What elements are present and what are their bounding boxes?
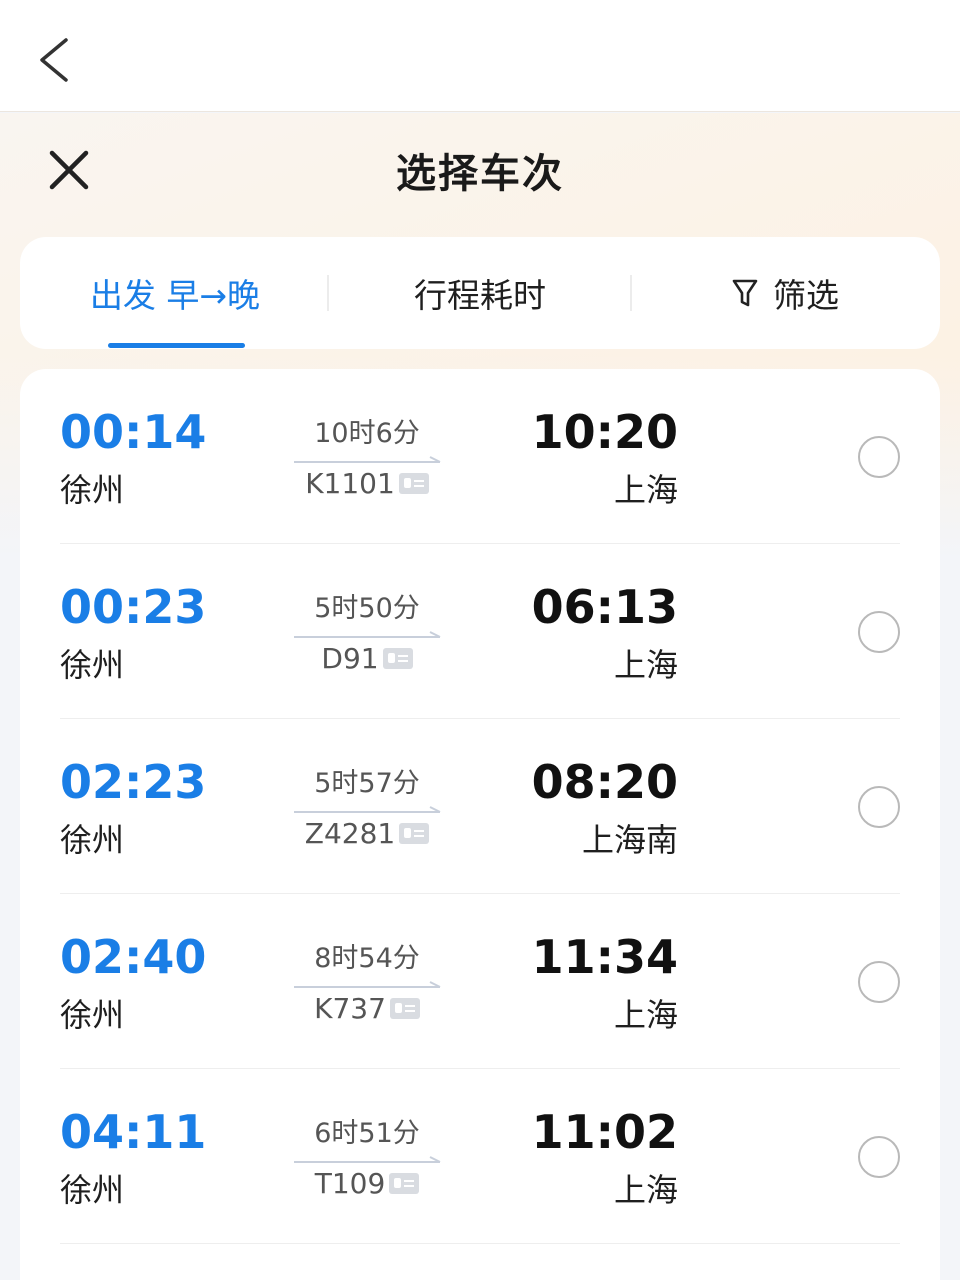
select-train-sheet: 选择车次 出发 早→晚 行程耗时 筛选 00:14 徐州 10时6分 K1101… (0, 113, 960, 1280)
back-button[interactable] (30, 30, 80, 90)
train-list: 00:14 徐州 10时6分 K1101 10:20 上海 00:23 徐州 5… (20, 369, 940, 1280)
trip-duration: 5时57分 (314, 768, 420, 799)
tab-filter-label: 筛选 (773, 276, 839, 315)
departure-station: 徐州 (60, 646, 125, 684)
departure-station: 徐州 (60, 1171, 125, 1209)
active-tab-indicator (108, 343, 245, 348)
arrow-right-icon (294, 981, 441, 988)
tab-divider (630, 275, 632, 311)
train-code: K1101 (305, 467, 395, 500)
select-radio[interactable] (858, 786, 900, 828)
sheet-title: 选择车次 (396, 151, 564, 197)
tab-divider (327, 275, 329, 311)
id-card-icon (389, 1173, 420, 1194)
filter-funnel-icon (732, 279, 758, 307)
trip-duration: 8时54分 (314, 943, 420, 974)
train-row[interactable]: 04:11 徐州 6时51分 T109 11:02 上海 (20, 1069, 940, 1244)
arrival-time: 10:20 (531, 405, 678, 459)
arrival-station: 上海 (613, 646, 678, 684)
departure-time: 00:14 (60, 405, 207, 459)
top-navigation-bar (0, 0, 960, 112)
tab-departure-sort[interactable]: 出发 早→晚 (60, 237, 290, 349)
arrival-time: 11:02 (531, 1105, 678, 1159)
trip-duration: 6时51分 (314, 1118, 420, 1149)
train-code-group: Z4281 (282, 817, 452, 850)
select-radio[interactable] (858, 1136, 900, 1178)
tab-departure-sort-label: 出发 早→晚 (89, 276, 261, 315)
trip-duration: 10时6分 (314, 418, 420, 449)
select-radio[interactable] (858, 436, 900, 478)
select-radio[interactable] (858, 611, 900, 653)
departure-station: 徐州 (60, 821, 125, 859)
train-code-group: D91 (282, 642, 452, 675)
tab-filter[interactable]: 筛选 (670, 237, 900, 349)
arrival-station: 上海 (613, 471, 678, 509)
tab-duration-sort-label: 行程耗时 (414, 276, 546, 315)
departure-station: 徐州 (60, 471, 125, 509)
arrival-station: 上海南 (581, 821, 678, 859)
train-row[interactable]: 00:14 徐州 10时6分 K1101 10:20 上海 (20, 369, 940, 544)
sort-bar: 出发 早→晚 行程耗时 筛选 (20, 237, 940, 349)
train-code: T109 (314, 1167, 386, 1200)
train-row[interactable]: 02:23 徐州 5时57分 Z4281 08:20 上海南 (20, 719, 940, 894)
departure-time: 02:23 (60, 755, 207, 809)
arrival-station: 上海 (613, 996, 678, 1034)
train-code-group: T109 (282, 1167, 452, 1200)
arrival-station: 上海 (613, 1171, 678, 1209)
id-card-icon (399, 823, 430, 844)
id-card-icon (382, 648, 413, 669)
chevron-left-icon (40, 38, 68, 82)
train-row[interactable]: 02:40 徐州 8时54分 K737 11:34 上海 (20, 894, 940, 1069)
departure-time: 04:11 (60, 1105, 207, 1159)
train-code: Z4281 (304, 817, 396, 850)
arrival-time: 08:20 (531, 755, 678, 809)
arrival-time: 06:13 (531, 580, 678, 634)
departure-time: 02:40 (60, 930, 207, 984)
departure-station: 徐州 (60, 996, 125, 1034)
tab-duration-sort[interactable]: 行程耗时 (350, 237, 610, 349)
arrow-right-icon (294, 806, 441, 813)
select-radio[interactable] (858, 961, 900, 1003)
arrow-right-icon (294, 456, 441, 463)
train-row[interactable]: 00:23 徐州 5时50分 D91 06:13 上海 (20, 544, 940, 719)
train-code: D91 (321, 642, 379, 675)
arrow-right-icon (294, 1156, 441, 1163)
train-code: K737 (314, 992, 386, 1025)
train-code-group: K1101 (282, 467, 452, 500)
id-card-icon (389, 998, 420, 1019)
departure-time: 00:23 (60, 580, 207, 634)
arrival-time: 11:34 (531, 930, 678, 984)
trip-duration: 5时50分 (314, 593, 420, 624)
row-divider (60, 1243, 900, 1244)
arrow-right-icon (294, 631, 441, 638)
id-card-icon (398, 473, 429, 494)
train-code-group: K737 (282, 992, 452, 1025)
